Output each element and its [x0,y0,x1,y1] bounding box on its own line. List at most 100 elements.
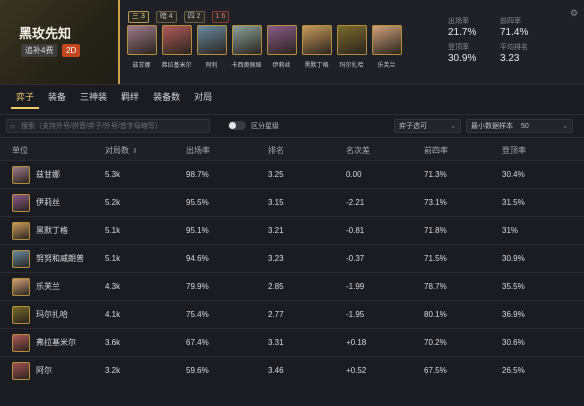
filter-select[interactable]: 弈子选可 ⌄ [394,119,461,133]
table-row[interactable]: 玛尔扎哈 4.1k 75.4% 2.77 -1.95 80.1% 36.9% [0,300,584,329]
cell-diff: -2.21 [346,188,424,217]
table-row[interactable]: 伊莉丝 5.2k 95.5% 3.15 -2.21 73.1% 31.5% [0,188,584,217]
tab-item[interactable]: 装备 [43,87,71,107]
cell-diff: -1.95 [346,300,424,329]
stat-label: 出场率 [448,18,469,25]
champion-name: 乐芙兰 [377,63,396,69]
stat-block: 登顶率 30.9% [448,42,500,64]
unit-cell: 玛尔扎哈 [0,300,105,329]
champion-name: 阿利 [205,63,218,69]
column-header[interactable]: 对局数 ⇕ [105,141,186,161]
column-header[interactable]: 名次差 [346,141,424,161]
tab-item[interactable]: 装备数 [148,87,185,107]
trait-badge[interactable]: 暗 4 [155,11,177,23]
cell-games: 5.1k [105,244,186,273]
cell-pick: 67.4% [186,328,268,357]
unit-portrait [12,165,30,184]
cell-games: 3.2k [105,356,186,384]
cell-games: 5.3k [105,160,186,189]
cell-top4: 71.5% [424,244,502,273]
cell-win: 30.9% [502,244,584,273]
cell-pick: 95.5% [186,188,268,217]
cell-games: 5.1k [105,216,186,245]
unit-name: 阿尔 [36,366,52,375]
unit-portrait [12,361,30,380]
champion-portrait [196,25,227,55]
stat-value: 3.23 [500,53,520,64]
cell-top4: 80.1% [424,300,502,329]
champion-portrait [266,25,297,55]
champion-card[interactable]: 伊莉丝 [266,25,297,69]
cell-rank: 3.15 [268,188,346,217]
cell-win: 31.5% [502,188,584,217]
champion-card[interactable]: 黑默丁格 [301,25,332,69]
chevron-down-icon: ⌄ [562,123,568,130]
unit-cell: 兹甘娜 [0,160,105,189]
trait-row: 三 3 暗 4 四 2 1 6 [128,11,230,23]
tab-item[interactable]: 三神装 [75,87,112,107]
table-row[interactable]: 黑默丁格 5.1k 95.1% 3.21 -0.81 71.8% 31% [0,216,584,245]
header: 黑玫先知 追补4费 2D 三 3 暗 4 四 2 1 6 兹甘娜 弗拉基米尔 阿利 卡西奥佩… [0,0,584,85]
settings-gear-icon[interactable]: ⚙ [570,8,578,18]
champion-card[interactable]: 弗拉基米尔 [161,25,192,69]
toolbar: ○ 搜索（支持外号/拼音/弈子/外号/首字母缩写） 区分星级 弈子选可 ⌄ 最小… [0,114,584,138]
champion-row: 兹甘娜 弗拉基米尔 阿利 卡西奥佩娅 伊莉丝 黑默丁格 玛尔扎哈 乐芙兰 [126,25,402,69]
column-header[interactable]: 单位 [0,141,105,161]
trait-badge[interactable]: 三 3 [128,11,149,23]
column-header[interactable]: 登顶率 [502,141,584,161]
column-header[interactable]: 排名 [268,141,346,161]
table-row[interactable]: 兹甘娜 5.3k 98.7% 3.25 0.00 71.3% 30.4% [0,160,584,189]
stat-value: 30.9% [448,53,477,64]
search-input[interactable]: ○ 搜索（支持外号/拼音/弈子/外号/首字母缩写） [6,119,210,133]
table-row[interactable]: 阿尔 3.2k 59.6% 3.46 +0.52 67.5% 26.5% [0,356,584,384]
champion-card[interactable]: 乐芙兰 [371,25,402,69]
unit-cell: 弗拉基米尔 [0,328,105,357]
unit-name: 努努和威朗普 [36,254,84,263]
star-toggle[interactable] [228,121,246,130]
cell-top4: 78.7% [424,272,502,301]
unit-name: 玛尔扎哈 [36,310,68,319]
stat-value: 71.4% [500,27,529,38]
unit-portrait [12,305,30,324]
cell-rank: 3.31 [268,328,346,357]
champion-card[interactable]: 卡西奥佩娅 [231,25,262,69]
stat-label: 登顶率 [448,44,469,51]
cell-pick: 94.6% [186,244,268,273]
stat-label: 平均排名 [500,44,528,51]
hero-card: 黑玫先知 追补4费 2D [0,0,120,84]
champion-name: 玛尔扎哈 [339,63,364,69]
sample-select[interactable]: 最小数据样本 50 ⌄ [466,119,573,133]
table-row[interactable]: 乐芙兰 4.3k 79.9% 2.85 -1.99 78.7% 35.5% [0,272,584,301]
champion-name: 黑默丁格 [304,63,329,69]
champion-card[interactable]: 阿利 [196,25,227,69]
unit-name: 乐芙兰 [36,282,60,291]
sample-select-value: 50 [520,123,529,130]
cell-games: 4.1k [105,300,186,329]
column-header[interactable]: 出场率 [186,141,268,161]
toggle-knob [229,122,236,129]
unit-wrap: 兹甘娜 [12,165,105,184]
table-row[interactable]: 努努和威朗普 5.1k 94.6% 3.23 -0.37 71.5% 30.9% [0,244,584,273]
unit-wrap: 弗拉基米尔 [12,333,105,352]
cell-win: 36.9% [502,300,584,329]
champion-portrait [126,25,157,55]
tab-item[interactable]: 羁绊 [116,87,144,107]
sort-icon[interactable]: ⇕ [132,148,138,155]
unit-cell: 努努和威朗普 [0,244,105,273]
unit-cell: 阿尔 [0,356,105,384]
cell-games: 3.6k [105,328,186,357]
cell-rank: 2.77 [268,300,346,329]
trait-badge[interactable]: 1 6 [211,11,230,23]
tab-item[interactable]: 对局 [189,87,217,107]
champion-card[interactable]: 兹甘娜 [126,25,157,69]
table-row[interactable]: 弗拉基米尔 3.6k 67.4% 3.31 +0.18 70.2% 30.6% [0,328,584,357]
tab-item[interactable]: 弈子 [11,87,40,109]
column-header[interactable]: 前四率 [424,141,502,161]
column-header-label: 排名 [268,146,284,155]
unit-cell: 乐芙兰 [0,272,105,301]
cell-win: 31% [502,216,584,245]
champion-card[interactable]: 玛尔扎哈 [336,25,367,69]
trait-badge[interactable]: 四 2 [183,11,205,23]
unit-cell: 伊莉丝 [0,188,105,217]
cost-tag: 2D [62,44,81,57]
